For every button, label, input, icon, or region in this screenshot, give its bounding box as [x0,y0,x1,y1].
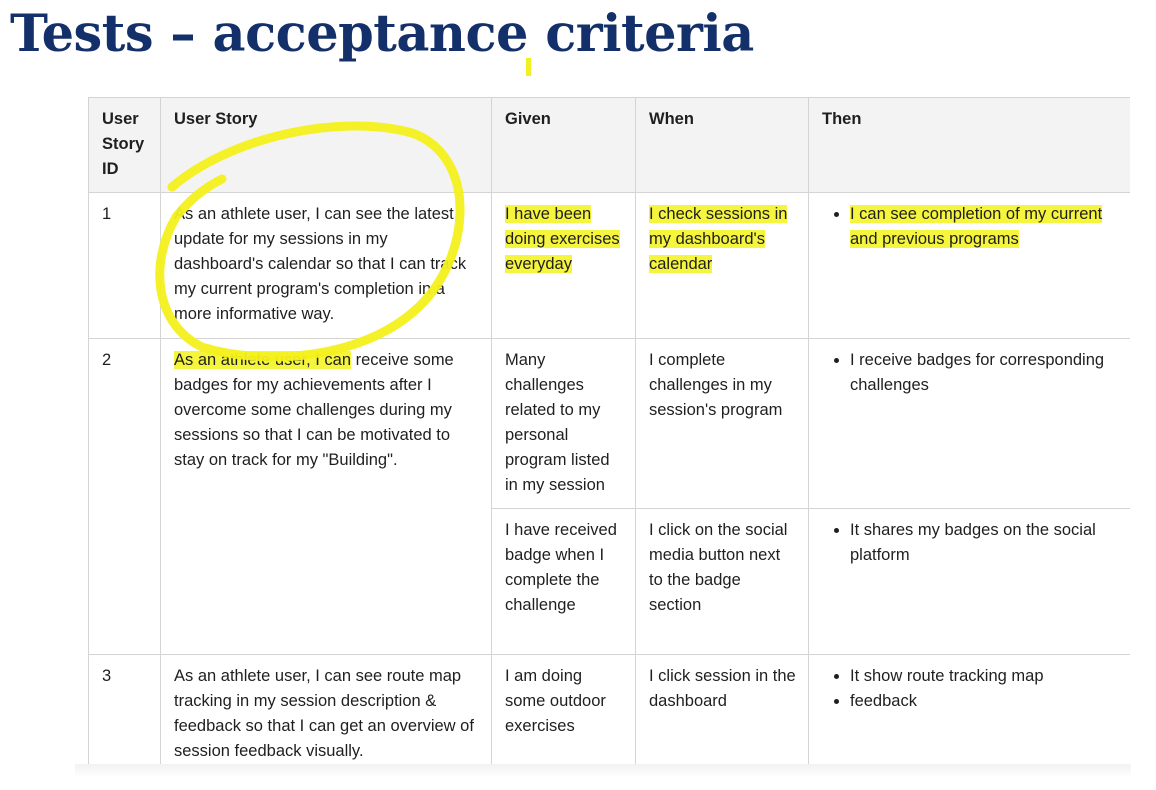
slide-bottom-edge [75,764,1131,778]
header-given: Given [491,97,636,193]
highlighter-mark [526,58,531,76]
row-2-then-list: I receive badges for corresponding chall… [822,348,1122,398]
row-3-given: I am doing some outdoor exercises [491,654,636,775]
row-2-id: 2 [88,338,161,655]
acceptance-criteria-table: User Story ID User Story Given When Then… [88,97,1130,775]
row-3-when: I click session in the dashboard [635,654,809,775]
row-3-id: 3 [88,654,161,775]
row-1-then-list: I can see completion of my current and p… [822,202,1122,252]
table-row: 2 As an athlete user, I can receive some… [88,338,1130,655]
row-1-when: I check sessions in my dashboard's calen… [635,192,809,339]
row-2b-when: I click on the social media button next … [635,508,809,655]
row-1-id: 1 [88,192,161,339]
header-user-story-id: User Story ID [88,97,161,193]
row-3-user-story: As an athlete user, I can see route map … [160,654,492,775]
list-item: feedback [850,689,1122,714]
list-item: I can see completion of my current and p… [850,202,1122,252]
row-2b-then-list: It shares my badges on the social platfo… [822,518,1122,568]
row-2-user-story: As an athlete user, I can receive some b… [160,338,492,655]
row-1-given-text: I have been doing exercises everyday [505,205,620,273]
header-when: When [635,97,809,193]
row-1-then: I can see completion of my current and p… [808,192,1130,339]
row-3-then-list: It show route tracking map feedback [822,664,1122,714]
row-2b-then: It shares my badges on the social platfo… [808,508,1130,655]
row-2b-given: I have received badge when I complete th… [491,508,636,655]
row-2-story-highlight: As an athlete user, I can [174,351,352,369]
list-item: It show route tracking map [850,664,1122,689]
row-2-then: I receive badges for corresponding chall… [808,338,1130,509]
slide-title: Tests – acceptance criteria [10,4,754,64]
row-1-then-item: I can see completion of my current and p… [850,205,1103,248]
row-2-when: I complete challenges in my session's pr… [635,338,809,509]
list-item: It shares my badges on the social platfo… [850,518,1122,568]
header-then: Then [808,97,1130,193]
row-2-given: Many challenges related to my personal p… [491,338,636,509]
row-1-given: I have been doing exercises everyday [491,192,636,339]
row-3-then: It show route tracking map feedback [808,654,1130,775]
row-1-when-text: I check sessions in my dashboard's calen… [649,205,788,273]
header-user-story: User Story [160,97,492,193]
list-item: I receive badges for corresponding chall… [850,348,1122,398]
table-row: 3 As an athlete user, I can see route ma… [88,654,1130,775]
table-row: 1 As an athlete user, I can see the late… [88,192,1130,339]
row-1-user-story: As an athlete user, I can see the latest… [160,192,492,339]
table-header-row: User Story ID User Story Given When Then [88,97,1130,193]
